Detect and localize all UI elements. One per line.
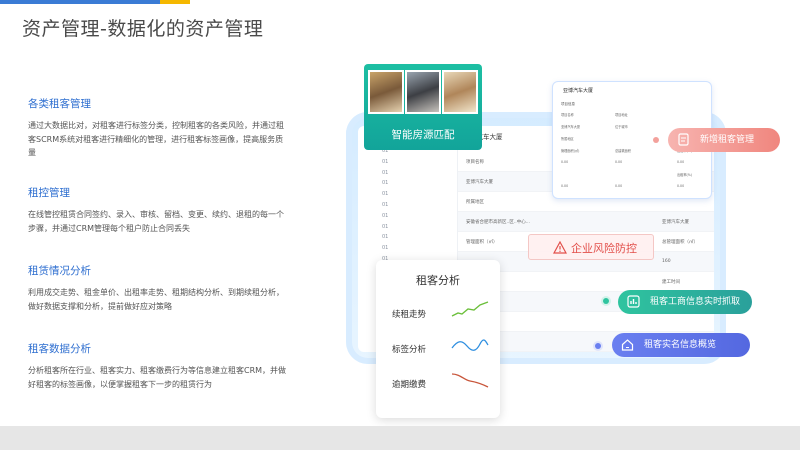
detail-cell: 出租率(%) [677,173,693,177]
detail-cell: 0.00 [677,184,685,188]
detail-cell: 0.00 [677,160,685,164]
form-row-value: 160 [662,259,671,264]
form-row-label: 项目名称 [466,160,484,165]
business-info-button[interactable]: 租客工商信息实时抓取 [618,290,752,314]
section-tenant-data: 租客数据分析 分析租客所在行业、租客实力、租客缴费行为等信息建立租客CRM，并做… [28,341,290,391]
section-tenant-management: 各类租客管理 通过大数据比对，对租客进行标签分类，控制租客的各类风险，并通过租客… [28,96,290,160]
detail-cell: 所属地区 [561,137,574,141]
form-row-label: 安徽省合肥市高新区..区..中心... [466,220,531,225]
detail-cell: 0.00 [615,184,623,188]
section-body: 利用成交走势、租金单价、出租率走势、租期结构分析、到期续租分析，做好数据支撑和分… [28,288,284,311]
realname-info-button[interactable]: 租客实名信息概览 [612,333,750,357]
footer-band [0,426,800,450]
analysis-row-label: 续租走势 [392,310,427,320]
section-title: 租赁情况分析 [28,265,91,277]
room-photo [368,70,404,114]
connector-dot [653,137,659,143]
page-title: 资产管理-数据化的资产管理 [22,18,264,40]
room-photo [442,70,478,114]
risk-control-card: 企业风险防控 [528,234,654,260]
detail-title: 亚博汽车大厦 [563,88,594,94]
form-row-label: 管理面积（㎡） [466,240,498,245]
form-row-value: 亚博汽车大厦 [662,220,689,225]
tree-item[interactable]: 01 [358,213,457,224]
tree-item[interactable]: 01 [358,224,457,235]
accent-bar-yellow [160,0,190,4]
connector-dot [603,298,609,304]
section-body: 通过大数据比对，对租客进行标签分类，控制租客的各类风险，并通过租客SCRM系统对… [28,121,284,157]
tree-item[interactable]: 01 [358,170,457,181]
chart-icon [627,295,640,308]
tenant-analysis-card: 租客分析 续租走势 标签分析 逾期缴费 [376,260,500,418]
tree-item[interactable]: 01 [358,159,457,170]
detail-cell: 总建筑面积 [615,149,631,153]
pill-label: 租客工商信息实时抓取 [650,297,741,307]
room-photo [405,70,441,114]
form-row-label: 所属地区 [466,200,484,205]
detail-row: 项目名称 项目地址 [559,110,707,121]
tree-item[interactable]: 01 [358,202,457,213]
smart-match-card[interactable]: 智能房源匹配 [364,64,482,150]
analysis-row-label: 标签分析 [392,345,427,355]
detail-cell: 0.00 [561,184,569,188]
home-icon [621,339,634,351]
detail-cell: 项目名称 [561,113,574,117]
connector-dot [595,343,601,349]
section-lease-analysis: 租赁情况分析 利用成交走势、租金单价、出租率走势、租期结构分析、到期续租分析，做… [28,263,290,313]
detail-cell: 位于城市 [615,125,628,129]
section-title: 租客数据分析 [28,343,91,355]
detail-row: 0.00 0.00 0.00 [559,182,707,193]
pill-label: 新增租客管理 [700,135,755,145]
detail-row: 出租率(%) [559,170,707,181]
tree-item[interactable]: 01 [358,245,457,256]
section-body: 在线管控租赁合同签约、录入、审核、留档、变更、续约、退租的每一个步骤，并通过CR… [28,210,284,233]
section-lease-control: 租控管理 在线管控租赁合同签约、录入、审核、留档、变更、续约、退租的每一个步骤，… [28,185,290,235]
detail-cell: 亚博汽车大厦 [561,125,581,129]
analysis-title: 租客分析 [416,274,460,287]
section-body: 分析租客所在行业、租客实力、租客缴费行为等信息建立租客CRM，并做好租客的标签画… [28,366,287,389]
match-label: 智能房源匹配 [391,129,455,141]
accent-bar-blue [0,0,160,4]
detail-cell: 管理面积(㎡) [561,149,580,153]
form-row-value: 总管理面积（㎡） [662,240,698,245]
tree-item[interactable]: 01 [358,234,457,245]
form-row-value: 建工时间 [662,280,680,285]
renewal-trend-sparkline [451,301,489,317]
section-title: 各类租客管理 [28,98,91,110]
section-title: 租控管理 [28,187,70,199]
detail-cell: 0.00 [615,160,623,164]
warning-icon [553,241,567,254]
pill-label: 租客实名信息概览 [644,340,717,350]
tree-item[interactable]: 01 [358,180,457,191]
detail-cell: 0.00 [561,160,569,164]
overdue-payment-sparkline [451,373,489,388]
risk-label: 企业风险防控 [571,242,637,255]
new-tenant-button[interactable]: 新增租客管理 [668,128,780,152]
tree-item[interactable]: 01 [358,191,457,202]
analysis-row-label: 逾期缴费 [392,380,427,390]
document-icon [678,133,689,146]
detail-row: 0.00 0.00 0.00 [559,158,707,169]
detail-subtitle: 项目信息 [561,102,575,106]
form-row: 安徽省合肥市高新区..区..中心... 亚博汽车大厦 [458,212,714,232]
form-row-label: 亚博汽车大厦 [466,180,493,185]
detail-cell: 项目地址 [615,113,628,117]
tag-analysis-sparkline [451,339,489,351]
